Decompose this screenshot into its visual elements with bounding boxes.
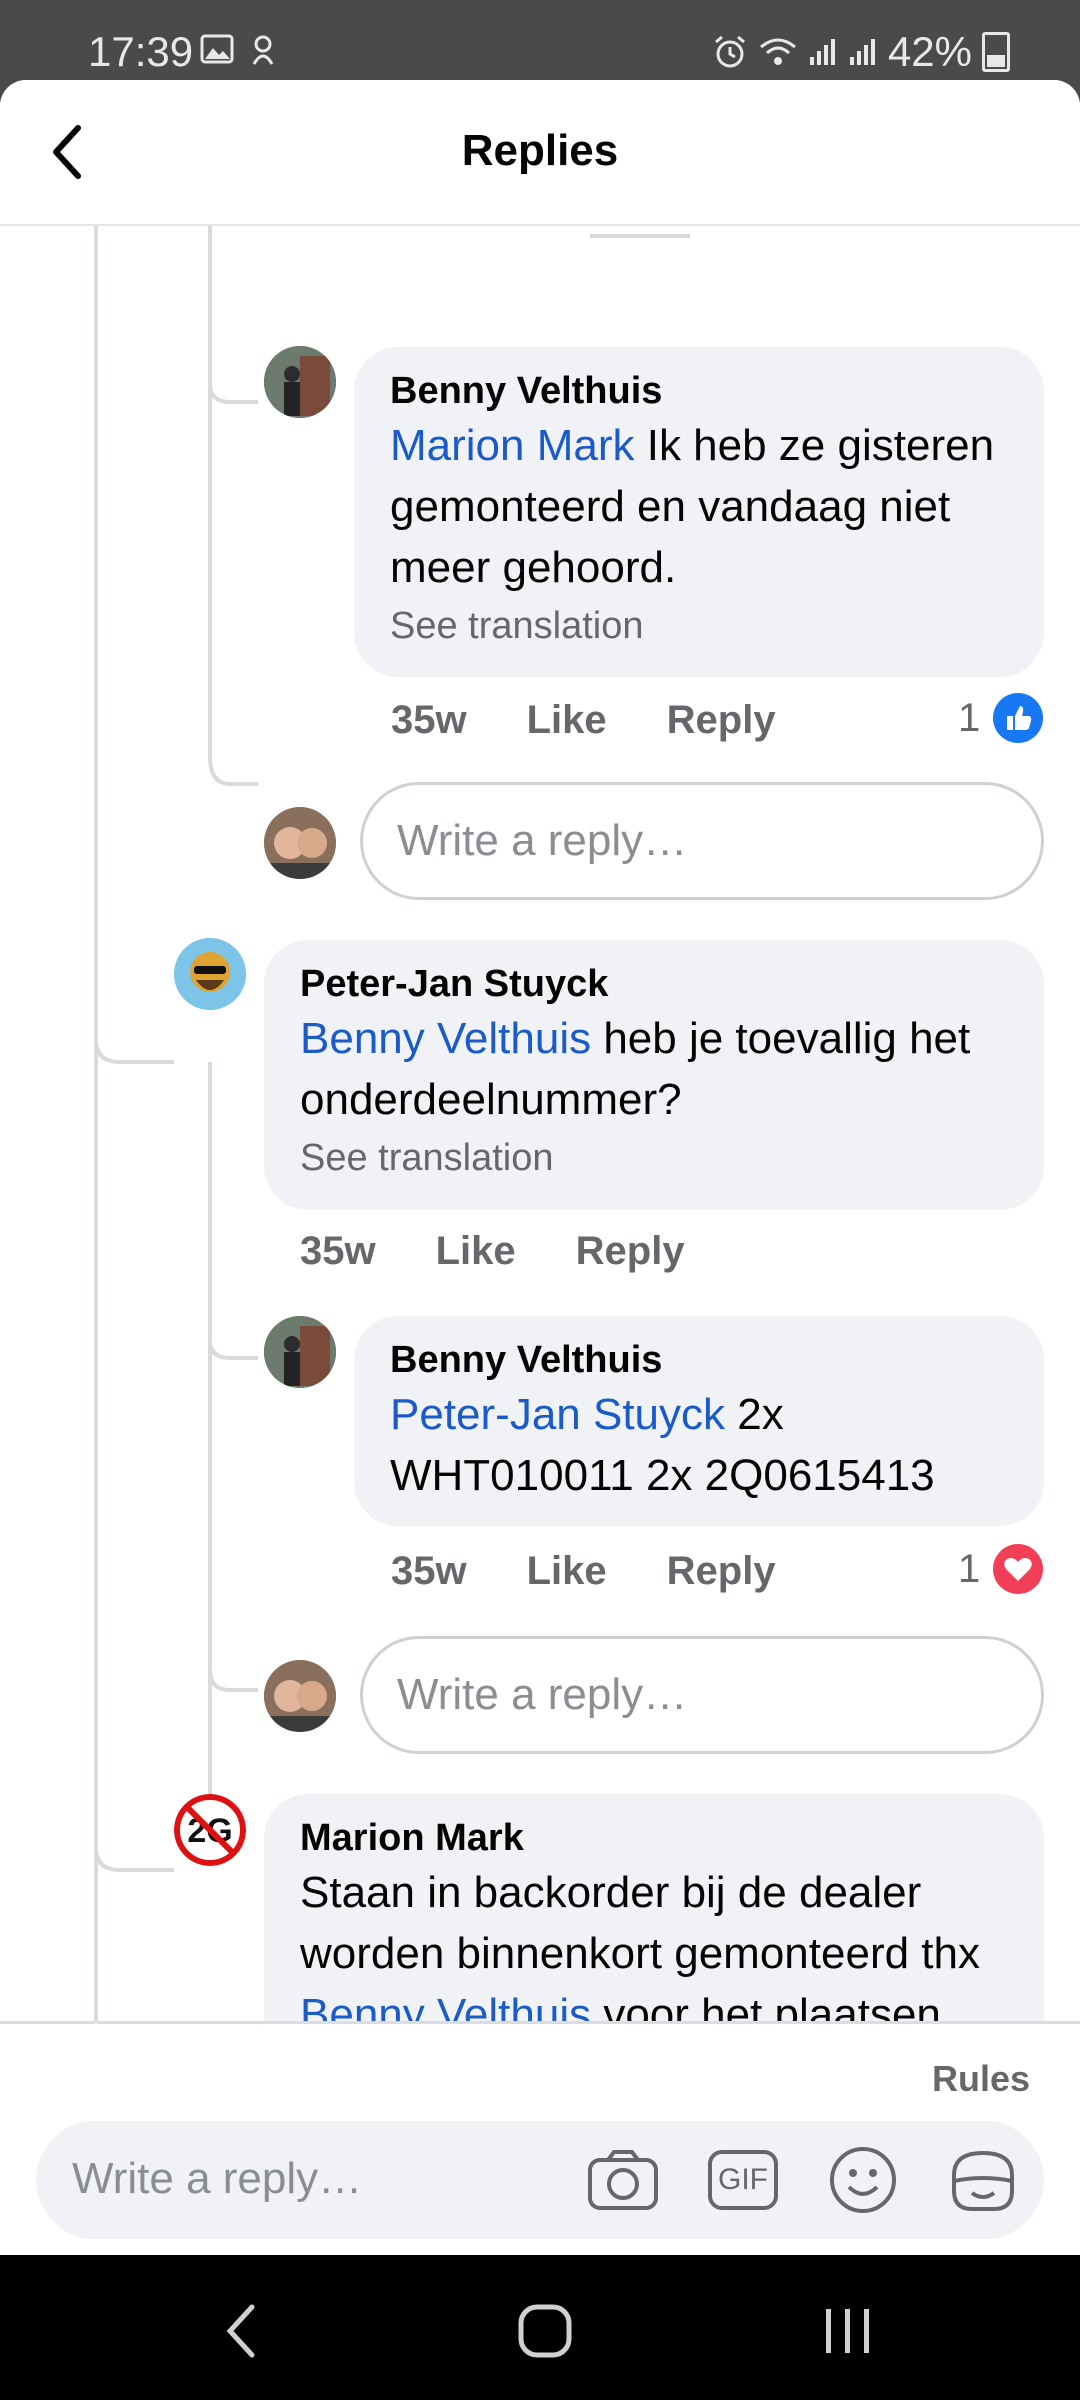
- header: Replies: [0, 80, 1080, 226]
- thread-connector: [94, 1826, 174, 1872]
- thread-line: [208, 1062, 212, 1850]
- nav-back-icon: [226, 2304, 255, 2358]
- thread-connector: [208, 756, 258, 786]
- reply-input[interactable]: Write a reply…: [360, 782, 1044, 900]
- page-title: Replies: [461, 126, 619, 175]
- comment-bubble[interactable]: Marion Mark Staan in backorder bij de de…: [264, 1794, 1044, 2021]
- comment-actions: 35w Like Reply: [300, 1229, 745, 1274]
- gif-button[interactable]: GIF: [706, 2143, 780, 2217]
- signal-icon: [809, 39, 835, 65]
- reply-input-placeholder: Write a reply…: [397, 816, 688, 865]
- thread-connector: [208, 1626, 258, 1692]
- mention-link[interactable]: Peter-Jan Stuyck: [390, 1390, 725, 1439]
- nav-recents-icon: [826, 2309, 869, 2353]
- comment-text: Benny Velthuis heb je toevallig het onde…: [300, 1014, 971, 1124]
- reply-input-placeholder: Write a reply…: [397, 1670, 688, 1719]
- current-user-avatar: [264, 807, 336, 879]
- comment-composer[interactable]: Write a reply… GIF: [36, 2121, 1044, 2239]
- mention-link[interactable]: Benny Velthuis: [300, 1990, 591, 2021]
- emoji-icon: [830, 2147, 896, 2213]
- like-button[interactable]: Like: [527, 1549, 607, 1594]
- mention-link[interactable]: Benny Velthuis: [300, 1014, 591, 1063]
- see-translation-link[interactable]: See translation: [390, 600, 1008, 652]
- avatar[interactable]: [174, 938, 246, 1010]
- comment-time: 35w: [300, 1229, 376, 1273]
- notification-app-icon: [252, 35, 274, 65]
- comment-actions: 35w Like Reply: [391, 1549, 836, 1594]
- comment-author[interactable]: Benny Velthuis: [390, 367, 1008, 415]
- nav-home-button[interactable]: [505, 2291, 585, 2371]
- reply-button[interactable]: Reply: [576, 1229, 685, 1274]
- reaction-summary[interactable]: 1: [958, 692, 1044, 744]
- comment-author[interactable]: Peter-Jan Stuyck: [300, 960, 1008, 1008]
- thread-connector: [94, 1026, 174, 1064]
- comment-author[interactable]: Benny Velthuis: [390, 1336, 1008, 1384]
- comment-bubble[interactable]: Benny Velthuis Marion Mark Ik heb ze gis…: [354, 347, 1044, 677]
- reply-button[interactable]: Reply: [667, 698, 776, 743]
- emoji-button[interactable]: [826, 2143, 900, 2217]
- current-user-avatar: [264, 1660, 336, 1732]
- camera-button[interactable]: [586, 2143, 660, 2217]
- mention-link[interactable]: Marion Mark: [390, 421, 635, 470]
- like-button[interactable]: Like: [436, 1229, 516, 1274]
- gallery-icon: [200, 34, 234, 64]
- like-button[interactable]: Like: [527, 698, 607, 743]
- battery-percent: 42%: [887, 28, 972, 75]
- love-reaction-icon: [993, 1544, 1044, 1594]
- signal-icon-2: [849, 39, 875, 65]
- comment-text: Peter-Jan Stuyck 2x WHT010011 2x 2Q06154…: [390, 1390, 935, 1500]
- sticker-icon: [952, 2150, 1014, 2211]
- nav-home-icon: [518, 2304, 572, 2358]
- reply-input[interactable]: Write a reply…: [360, 1636, 1044, 1754]
- comment-text: Marion Mark Ik heb ze gisteren gemonteer…: [390, 421, 995, 592]
- comment-author[interactable]: Marion Mark: [300, 1814, 1008, 1862]
- comment-bubble[interactable]: Benny Velthuis Peter-Jan Stuyck 2x WHT01…: [354, 1316, 1044, 1526]
- nav-back-button[interactable]: [202, 2291, 282, 2371]
- reaction-summary[interactable]: 1: [958, 1543, 1044, 1595]
- bottom-bar: Rules Write a reply… GIF: [0, 2021, 1080, 2255]
- battery-icon: [982, 32, 1010, 72]
- system-nav-bar: [0, 2255, 1080, 2400]
- thread-line: [94, 226, 98, 2021]
- thread-connector: [590, 226, 690, 238]
- comment-bubble[interactable]: Peter-Jan Stuyck Benny Velthuis heb je t…: [264, 940, 1044, 1210]
- camera-icon: [588, 2150, 658, 2210]
- replies-sheet: Replies Benny Velthuis Marion Mark Ik he…: [0, 80, 1080, 2255]
- comment-time: 35w: [391, 698, 467, 742]
- see-translation-link[interactable]: See translation: [300, 1132, 1008, 1184]
- thread-line: [208, 226, 212, 758]
- wifi-icon: [759, 38, 796, 65]
- thread: Benny Velthuis Marion Mark Ik heb ze gis…: [0, 226, 1080, 2021]
- comment-text: Staan in backorder bij de dealer worden …: [300, 1862, 1008, 2021]
- thread-connector: [208, 346, 258, 404]
- comment-actions: 35w Like Reply: [391, 698, 836, 743]
- thread-connector: [208, 1306, 258, 1360]
- comment-time: 35w: [391, 1549, 467, 1593]
- alarm-icon: [714, 35, 745, 68]
- status-time: 17:39: [88, 28, 194, 75]
- reply-button[interactable]: Reply: [667, 1549, 776, 1594]
- avatar[interactable]: [264, 1316, 336, 1388]
- like-reaction-icon: [993, 693, 1044, 743]
- avatar[interactable]: [264, 346, 336, 418]
- reaction-count: 1: [958, 1546, 981, 1591]
- rules-link[interactable]: Rules: [932, 2058, 1030, 2100]
- avatar[interactable]: 2G: [174, 1794, 246, 1866]
- composer-placeholder: Write a reply…: [72, 2154, 363, 2203]
- nav-recents-button[interactable]: [808, 2291, 888, 2371]
- reaction-count: 1: [958, 695, 981, 740]
- sticker-button[interactable]: [946, 2143, 1020, 2217]
